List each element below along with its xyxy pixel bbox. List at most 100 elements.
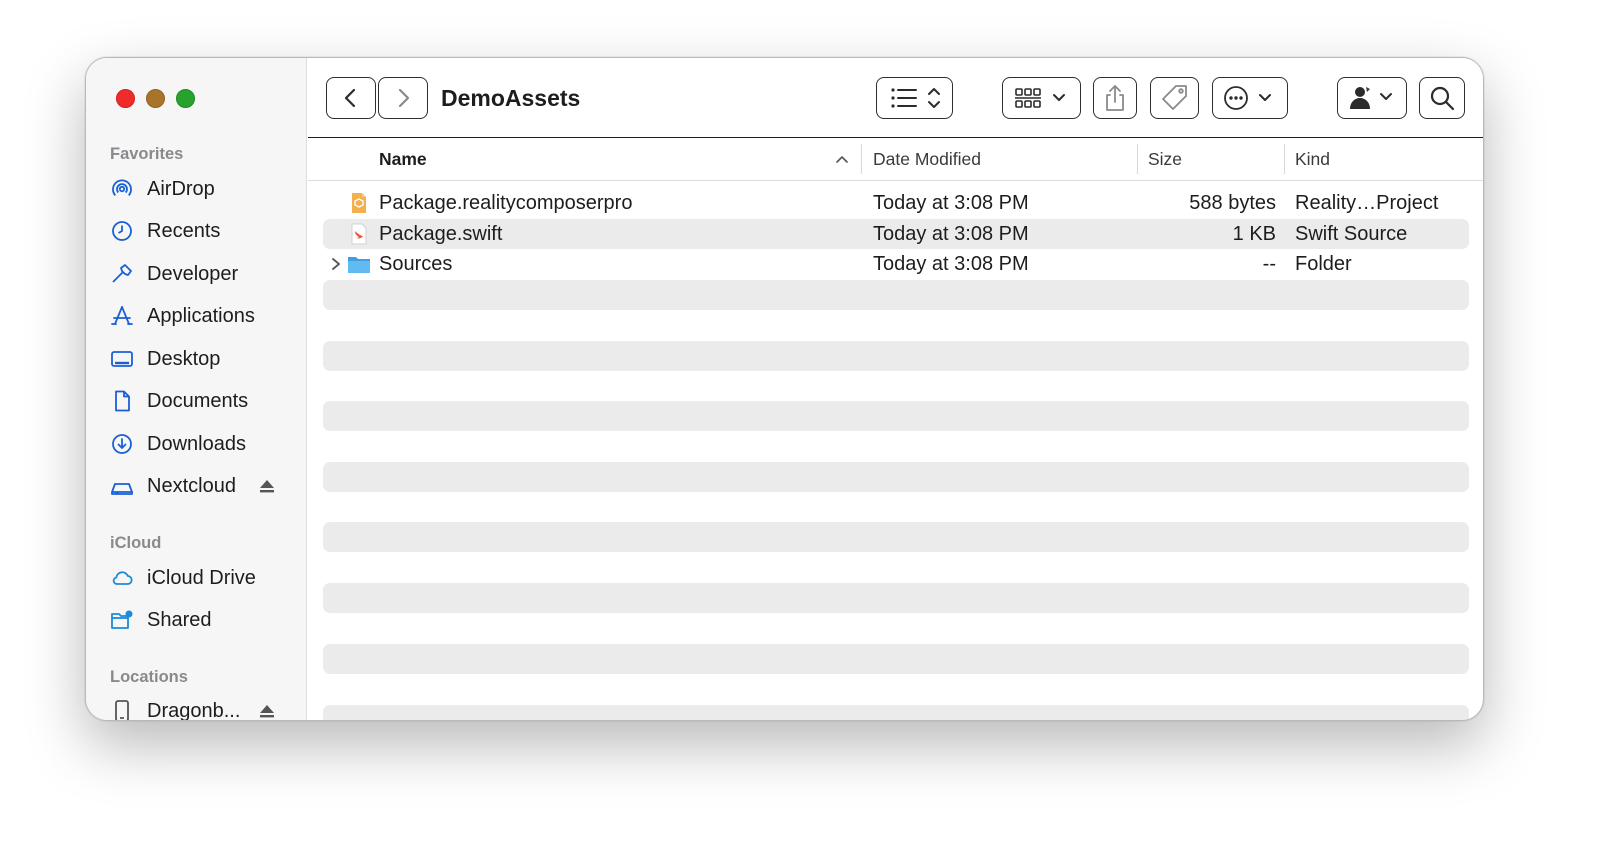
empty-row [323,705,1469,720]
action-menu-button[interactable] [1212,77,1288,119]
sidebar-item-icloud-drive[interactable]: iCloud Drive [110,563,300,593]
sidebar-item-label: iCloud Drive [147,566,256,589]
eject-icon[interactable] [258,476,276,496]
table-row[interactable]: Sources Today at 3:08 PM -- Folder [323,249,1469,279]
sidebar-item-label: Shared [147,608,212,631]
sidebar-section-icloud: iCloud [110,534,162,552]
tag-button[interactable] [1150,77,1199,119]
column-header: Name Date Modified Size Kind [308,138,1483,181]
zoom-button[interactable] [176,89,195,108]
sidebar-item-label: Dragonb... [147,699,241,721]
cloud-icon [110,565,140,591]
column-separator[interactable] [861,144,862,174]
sidebar-item-documents[interactable]: Documents [110,386,300,416]
list-view-icon [890,88,940,108]
download-icon [110,431,140,457]
sidebar-item-recents[interactable]: Recents [110,216,300,246]
airdrop-icon [110,176,140,202]
file-kind: Folder [1295,253,1352,275]
sidebar-item-dragonb[interactable]: Dragonb... [110,696,300,721]
group-button[interactable] [1002,77,1081,119]
folder-icon [348,257,370,273]
ellipsis-circle-icon [1224,86,1271,110]
chevron-right-icon [398,88,410,108]
column-separator[interactable] [1137,144,1138,174]
sort-ascending-icon[interactable] [835,153,849,165]
sidebar-item-label: Nextcloud [147,474,236,497]
sidebar-item-downloads[interactable]: Downloads [110,429,300,459]
file-size: -- [1262,253,1276,275]
sidebar-section-locations: Locations [110,668,188,686]
file-kind: Swift Source [1295,223,1408,245]
file-name: Sources [379,253,453,275]
back-button[interactable] [326,77,376,119]
sidebar: Favorites AirDrop Recents Developer Appl… [86,58,307,720]
empty-row [323,522,1469,552]
swift-file-icon [351,223,367,245]
search-icon [1430,86,1455,111]
drive-icon [110,473,140,499]
forward-button[interactable] [378,77,428,119]
empty-row [323,341,1469,371]
phone-icon [110,698,140,720]
sidebar-item-desktop[interactable]: Desktop [110,344,300,374]
disclosure-triangle-icon[interactable] [329,256,343,272]
toolbar: DemoAssets [308,58,1483,138]
sidebar-item-developer[interactable]: Developer [110,259,300,289]
profile-menu-button[interactable] [1337,77,1407,119]
window-controls [116,89,195,108]
user-icon [1350,87,1392,109]
empty-row [323,583,1469,613]
sidebar-item-label: Applications [147,304,255,327]
sidebar-item-label: Developer [147,262,239,285]
file-size: 1 KB [1232,223,1276,245]
reality-project-icon [352,193,366,213]
search-button[interactable] [1419,77,1465,119]
column-date-modified[interactable]: Date Modified [873,149,981,170]
sidebar-item-label: Documents [147,389,249,412]
shared-folder-icon [110,607,140,633]
empty-row [323,280,1469,310]
sidebar-item-applications[interactable]: Applications [110,301,300,331]
empty-row [323,644,1469,674]
eject-icon[interactable] [258,701,276,721]
grid-icon [1014,88,1065,108]
table-row[interactable]: Package.swift Today at 3:08 PM 1 KB Swif… [323,219,1469,249]
share-icon [1106,85,1124,111]
sidebar-item-shared[interactable]: Shared [110,605,300,635]
file-name: Package.realitycomposerpro [379,192,633,214]
column-kind[interactable]: Kind [1295,149,1330,170]
close-button[interactable] [116,89,135,108]
tag-icon [1161,85,1187,110]
file-date: Today at 3:08 PM [873,253,1029,275]
hammer-icon [110,261,140,287]
sidebar-item-label: Desktop [147,347,221,370]
sidebar-item-label: AirDrop [147,177,215,200]
sidebar-section-favorites: Favorites [110,145,184,163]
file-date: Today at 3:08 PM [873,192,1029,214]
share-button[interactable] [1093,77,1137,119]
desktop-icon [110,346,140,372]
sidebar-item-label: Downloads [147,432,246,455]
sidebar-item-label: Recents [147,219,221,242]
file-size: 588 bytes [1189,192,1276,214]
folder-title: DemoAssets [441,85,581,111]
file-kind: Reality…Project [1295,192,1439,214]
table-row[interactable]: Package.realitycomposerpro Today at 3:08… [323,188,1469,218]
column-size[interactable]: Size [1148,149,1182,170]
file-date: Today at 3:08 PM [873,223,1029,245]
sidebar-item-airdrop[interactable]: AirDrop [110,174,300,204]
chevron-left-icon [344,88,356,108]
view-mode-button[interactable] [876,77,953,119]
empty-row [323,401,1469,431]
column-name[interactable]: Name [379,149,427,170]
finder-window: Favorites AirDrop Recents Developer Appl… [85,57,1484,721]
file-name: Package.swift [379,223,503,245]
sidebar-item-nextcloud[interactable]: Nextcloud [110,471,300,501]
file-list: Package.realitycomposerpro Today at 3:08… [308,181,1483,720]
minimize-button[interactable] [146,89,165,108]
column-separator[interactable] [1284,144,1285,174]
applications-icon [110,303,140,329]
clock-icon [110,218,140,244]
document-icon [110,388,140,414]
